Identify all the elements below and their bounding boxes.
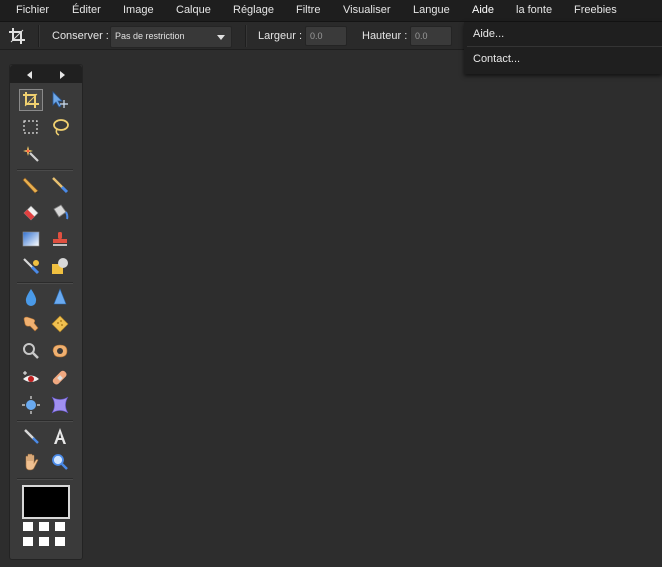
crop-icon [8, 27, 28, 45]
bloat-tool[interactable] [19, 394, 43, 416]
menu-la-fonte[interactable]: la fonte [516, 0, 552, 21]
menu-item-aide[interactable]: Aide... [473, 22, 504, 46]
tool-divider [17, 420, 73, 422]
conserver-label: Conserver : [52, 30, 109, 42]
mini-swatch[interactable] [39, 537, 49, 546]
menu-reglage[interactable]: Réglage [233, 0, 274, 21]
type-icon [54, 428, 66, 444]
bloat-icon [22, 396, 40, 414]
crop-tool[interactable] [19, 89, 43, 111]
mini-swatch[interactable] [55, 537, 65, 546]
menu-fichier[interactable]: Fichier [16, 0, 49, 21]
gradient-icon [22, 231, 40, 247]
type-tool[interactable] [48, 425, 72, 447]
mini-swatch[interactable] [23, 522, 33, 531]
menu-bar: Fichier Éditer Image Calque Réglage Filt… [0, 0, 662, 22]
move-icon [52, 91, 68, 108]
burn-tool[interactable] [48, 340, 72, 362]
toolbar-divider [245, 25, 247, 47]
help-dropdown-menu: Aide... Contact... [464, 22, 662, 74]
clone-stamp-tool[interactable] [48, 228, 72, 250]
width-field[interactable]: 0.0 [305, 26, 347, 46]
menu-freebies[interactable]: Freebies [574, 0, 617, 21]
blur-tool[interactable] [19, 286, 43, 308]
color-picker-tool[interactable] [19, 425, 43, 447]
hand-tool[interactable] [19, 451, 43, 473]
menu-image[interactable]: Image [123, 0, 154, 21]
eraser-tool[interactable] [19, 201, 43, 223]
color-replace-tool[interactable] [19, 255, 43, 277]
spot-heal-tool[interactable] [48, 367, 72, 389]
lasso-tool[interactable] [48, 116, 72, 138]
hauteur-label: Hauteur : [362, 30, 408, 42]
color-picker-icon [24, 429, 39, 444]
clone-stamp-icon [53, 232, 67, 246]
menu-visualiser[interactable]: Visualiser [343, 0, 391, 21]
pinch-tool[interactable] [48, 394, 72, 416]
constraint-select[interactable]: Pas de restriction [110, 26, 232, 48]
tool-divider [17, 169, 73, 171]
pencil-icon [22, 177, 39, 194]
magic-wand-icon [23, 146, 39, 162]
mini-swatch[interactable] [55, 522, 65, 531]
constraint-value: Pas de restriction [115, 31, 185, 41]
lasso-icon [53, 119, 69, 136]
pinch-icon [51, 396, 69, 414]
shape-icon [52, 258, 68, 274]
hand-icon [25, 453, 39, 471]
tool-divider [17, 282, 73, 284]
pencil-tool[interactable] [19, 174, 43, 196]
red-eye-tool[interactable] [19, 367, 43, 389]
mini-swatch[interactable] [23, 537, 33, 546]
collapse-left-icon[interactable] [27, 71, 32, 79]
tools-panel-header[interactable] [10, 65, 82, 83]
brush-icon [52, 177, 69, 194]
sponge-tool[interactable] [48, 313, 72, 335]
move-tool[interactable] [48, 89, 72, 111]
largeur-label: Largeur : [258, 30, 303, 42]
smudge-tool[interactable] [19, 313, 43, 335]
color-replace-icon [23, 258, 40, 275]
height-field[interactable]: 0.0 [410, 26, 452, 46]
marquee-icon [23, 120, 38, 134]
shape-tool[interactable] [48, 255, 72, 277]
spot-heal-icon [52, 370, 67, 385]
sharpen-tool[interactable] [48, 286, 72, 308]
sharpen-icon [53, 288, 67, 305]
burn-icon [52, 344, 68, 358]
tool-divider [17, 478, 73, 480]
foreground-color-swatch[interactable] [22, 485, 70, 519]
menu-aide[interactable]: Aide [472, 0, 494, 21]
menu-langue[interactable]: Langue [413, 0, 450, 21]
menu-filtre[interactable]: Filtre [296, 0, 320, 21]
collapse-right-icon[interactable] [60, 71, 65, 79]
tools-panel [9, 64, 83, 560]
dodge-tool[interactable] [19, 340, 43, 362]
marquee-tool[interactable] [19, 116, 43, 138]
paint-bucket-icon [53, 204, 69, 220]
chevron-down-icon [217, 35, 225, 40]
zoom-tool[interactable] [48, 451, 72, 473]
smudge-icon [23, 316, 39, 332]
blur-icon [25, 289, 37, 306]
menu-editer[interactable]: Éditer [72, 0, 101, 21]
magic-wand-tool[interactable] [19, 143, 43, 165]
paint-bucket-tool[interactable] [48, 201, 72, 223]
crop-icon [23, 92, 39, 108]
red-eye-icon [23, 371, 39, 382]
dodge-icon [23, 343, 39, 359]
mini-swatch[interactable] [39, 522, 49, 531]
zoom-icon [52, 454, 68, 470]
menu-item-contact[interactable]: Contact... [473, 47, 520, 71]
menu-calque[interactable]: Calque [176, 0, 211, 21]
sponge-icon [51, 315, 69, 333]
toolbar-divider [38, 25, 40, 47]
gradient-tool[interactable] [19, 228, 43, 250]
brush-tool[interactable] [48, 174, 72, 196]
eraser-icon [23, 205, 39, 221]
